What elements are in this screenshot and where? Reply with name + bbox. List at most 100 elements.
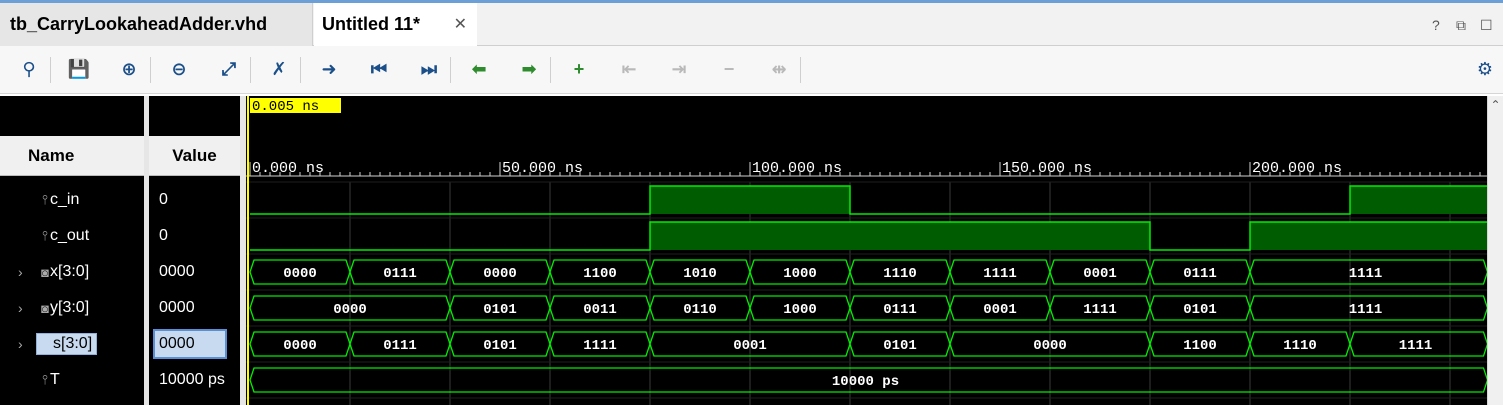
signal-value: 0: [159, 191, 168, 208]
maximize-icon[interactable]: ☐: [1480, 17, 1493, 34]
prev-transition-icon[interactable]: ⬅: [466, 56, 492, 82]
high-level-fill: [1350, 186, 1487, 214]
y-bus-value: 0101: [483, 302, 517, 318]
ruler-tick-label: 100.000 ns: [752, 160, 842, 177]
go-to-end-icon[interactable]: ⏭: [416, 56, 442, 82]
c_in-waveform: [250, 185, 1487, 215]
signal-value-cell[interactable]: 0000: [149, 326, 240, 362]
signal-value-cell[interactable]: 10000 ps: [149, 362, 240, 398]
next-marker-icon[interactable]: ⇥: [666, 56, 692, 82]
signal-name: T: [50, 371, 60, 388]
signal-value: 0000: [153, 329, 227, 359]
s-bus-value: 1111: [1399, 338, 1433, 354]
signal-row[interactable]: ›◙s[3:0]: [0, 326, 144, 362]
signal-value: 0000: [159, 299, 195, 316]
help-icon[interactable]: ?: [1432, 17, 1440, 33]
y-bus-value: 1111: [1083, 302, 1117, 318]
x-bus-value: 1110: [883, 266, 917, 282]
toolbar-separator: [250, 57, 251, 83]
y-bus-value: 0110: [683, 302, 717, 318]
delete-marker-icon[interactable]: −: [716, 56, 742, 82]
toolbar-separator: [150, 57, 151, 83]
toolbar-separator: [50, 57, 51, 83]
s-bus-value: 1110: [1283, 338, 1317, 354]
y-bus-value: 0001: [983, 302, 1017, 318]
y-bus-value: 0011: [583, 302, 617, 318]
signal-row[interactable]: ⫯ c_in: [0, 182, 144, 218]
signal-row[interactable]: › ◙ y[3:0]: [0, 290, 144, 326]
s-bus-value: 1111: [583, 338, 617, 354]
s-bus-value: 0101: [483, 338, 517, 354]
expand-chevron-icon[interactable]: ›: [18, 336, 23, 352]
x-bus-value: 0111: [1183, 266, 1217, 282]
cursor-time-label: 0.005 ns: [252, 99, 319, 115]
s-bus-value: 0101: [883, 338, 917, 354]
ruler-tick-label: 0.000 ns: [252, 160, 324, 177]
x-bus-value: 1000: [783, 266, 817, 282]
y-bus-value: 0111: [883, 302, 917, 318]
tab-testbench-file[interactable]: tb_CarryLookaheadAdder.vhd: [0, 3, 313, 46]
signal-name: x[3:0]: [50, 263, 90, 280]
waveform-canvas[interactable]: 0.000 ns 50.000 ns 100.000 ns 150.000 ns 200…: [246, 96, 1487, 405]
high-level-fill: [650, 222, 1150, 250]
signal-row[interactable]: ⫯ T: [0, 362, 144, 398]
toolbar-separator: [550, 57, 551, 83]
signal-row[interactable]: › ◙ x[3:0]: [0, 254, 144, 290]
signal-row[interactable]: ⫯ c_out: [0, 218, 144, 254]
editor-tab-bar: tb_CarryLookaheadAdder.vhd Untitled 11* …: [0, 0, 1503, 46]
scroll-up-icon[interactable]: ⌃: [1488, 98, 1503, 112]
x-bus-value: 1010: [683, 266, 717, 282]
ruler-tick-label: 150.000 ns: [1002, 160, 1092, 177]
y-bus-value: 1000: [783, 302, 817, 318]
prev-marker-icon[interactable]: ⇤: [616, 56, 642, 82]
go-to-cursor-icon[interactable]: ➜: [316, 56, 342, 82]
signal-value-panel: Value 0 0 0000 0000 0000 10000 ps: [149, 96, 240, 405]
close-icon[interactable]: ✕: [454, 14, 467, 34]
name-column-header[interactable]: Name: [0, 136, 144, 176]
signal-name: y[3:0]: [50, 299, 90, 316]
toolbar-separator: [800, 57, 801, 83]
tab-label: tb_CarryLookaheadAdder.vhd: [10, 14, 268, 34]
swap-cursors-icon[interactable]: ⇹: [766, 56, 792, 82]
x-bus-value: 0000: [283, 266, 317, 282]
signal-name: c_in: [50, 191, 80, 208]
search-icon[interactable]: ⚲: [16, 56, 42, 82]
save-icon[interactable]: 💾: [66, 56, 92, 82]
y-bus-value: 0101: [1183, 302, 1217, 318]
s-bus-value: 0000: [283, 338, 317, 354]
go-to-start-icon[interactable]: ⏮: [366, 56, 392, 82]
x-bus-value: 1100: [583, 266, 617, 282]
signal-value-cell[interactable]: 0: [149, 218, 240, 254]
cursor-icon[interactable]: ✗: [266, 56, 292, 82]
vertical-scrollbar[interactable]: ⌃: [1487, 96, 1503, 405]
restore-icon[interactable]: ⧉: [1456, 17, 1466, 34]
signal-value: 10000 ps: [159, 371, 225, 388]
toolbar-separator: [450, 57, 451, 83]
T-bus-value: 10000 ps: [832, 374, 899, 390]
x-bus-value: 1111: [1349, 266, 1383, 282]
zoom-out-icon[interactable]: ⊖: [166, 56, 192, 82]
signal-name: s[3:0]: [36, 333, 98, 355]
next-transition-icon[interactable]: ➡: [516, 56, 542, 82]
expand-chevron-icon[interactable]: ›: [18, 264, 23, 280]
signal-name: c_out: [50, 227, 90, 244]
add-marker-icon[interactable]: +: [566, 56, 592, 82]
zoom-fit-icon[interactable]: ⤢: [216, 56, 242, 82]
tab-label: Untitled 11*: [322, 14, 421, 34]
expand-chevron-icon[interactable]: ›: [18, 300, 23, 316]
value-column-header[interactable]: Value: [149, 136, 240, 176]
settings-icon[interactable]: ⚙: [1472, 56, 1498, 82]
high-level-fill: [650, 186, 850, 214]
ruler-tick-label: 200.000 ns: [1252, 160, 1342, 177]
signal-name-panel: Name ⫯c_in⫯c_out›◙x[3:0]›◙y[3:0]›◙s[3:0]…: [0, 96, 144, 405]
signal-value: 0000: [159, 263, 195, 280]
signal-value-cell[interactable]: 0000: [149, 290, 240, 326]
s-bus-value: 0000: [1033, 338, 1067, 354]
signal-value-cell[interactable]: 0: [149, 182, 240, 218]
waveform-viewer[interactable]: 0.000 ns 50.000 ns 100.000 ns 150.000 ns 200…: [246, 96, 1487, 405]
ruler-tick-label: 50.000 ns: [502, 160, 583, 177]
zoom-in-icon[interactable]: ⊕: [116, 56, 142, 82]
tab-untitled-wave[interactable]: Untitled 11* ✕: [314, 3, 477, 46]
high-level-fill: [1250, 222, 1487, 250]
signal-value-cell[interactable]: 0000: [149, 254, 240, 290]
